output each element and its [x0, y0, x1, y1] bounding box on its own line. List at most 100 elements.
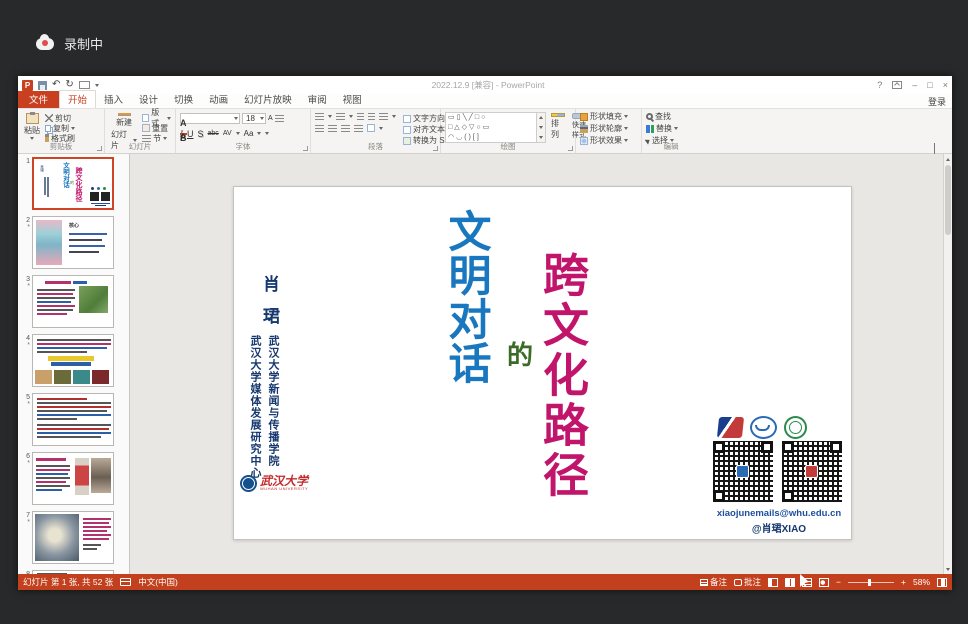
zoom-level[interactable]: 58% — [913, 577, 930, 587]
slide-thumbnail-7[interactable] — [32, 511, 114, 564]
normal-view-button[interactable] — [768, 578, 778, 587]
slide-number: 3 — [26, 276, 30, 283]
zoom-slider[interactable] — [848, 582, 894, 583]
zoom-in-button[interactable]: + — [901, 577, 906, 587]
paste-dropdown-icon[interactable] — [30, 137, 34, 140]
shape-effects-button[interactable]: 形状效果 — [580, 135, 637, 146]
shapes-row[interactable]: □△◇▽○▭ — [448, 123, 534, 133]
find-button[interactable]: 查找 — [646, 111, 696, 122]
zoom-out-button[interactable]: − — [836, 577, 841, 587]
new-slide-button[interactable]: 新建 幻灯片 — [109, 112, 139, 141]
slide-sorter-view-button[interactable] — [785, 578, 795, 587]
font-size-combobox[interactable]: 18 — [242, 113, 266, 124]
tab-review[interactable]: 审阅 — [300, 91, 335, 108]
slide-canvas-area[interactable]: 文明对话 的 跨文化路径 肖珺 武汉大学新闻与传播学院 武汉大学媒体发展研究中心… — [130, 154, 952, 574]
bullets-icon[interactable] — [315, 113, 324, 120]
grow-font-button[interactable]: A — [180, 118, 187, 120]
underline-button[interactable]: U — [187, 129, 194, 139]
close-button[interactable]: × — [943, 80, 948, 90]
shape-outline-button[interactable]: 形状轮廓 — [580, 123, 637, 134]
tab-file[interactable]: 文件 — [18, 91, 59, 108]
copy-button[interactable]: 复制 — [45, 123, 75, 133]
decrease-indent-icon[interactable] — [357, 113, 364, 120]
shapes-row[interactable]: ▭▯╲╱□○ — [448, 113, 534, 123]
tab-transitions[interactable]: 切换 — [166, 91, 201, 108]
scroll-down-icon[interactable] — [944, 564, 952, 574]
line-spacing-icon[interactable] — [379, 113, 388, 120]
thumbnail-row: 2* 核心 — [18, 216, 129, 269]
align-right-icon[interactable] — [341, 125, 350, 132]
recording-cloud-icon — [36, 38, 54, 50]
slide-affiliations[interactable]: 武汉大学新闻与传播学院 武汉大学媒体发展研究中心 — [246, 335, 282, 495]
strikethrough-button[interactable]: abc — [208, 130, 219, 137]
align-center-icon[interactable] — [328, 125, 337, 132]
slide-thumbnail-panel[interactable]: 1 肖珺 文明对话 的 跨文化路径 2* — [18, 154, 130, 574]
minimize-button[interactable]: – — [912, 80, 917, 90]
vertical-scrollbar[interactable] — [943, 154, 952, 574]
keyboard-language-icon[interactable] — [120, 578, 131, 586]
slide-editor[interactable]: 文明对话 的 跨文化路径 肖珺 武汉大学新闻与传播学院 武汉大学媒体发展研究中心… — [233, 186, 852, 540]
font-name-combobox[interactable] — [180, 113, 240, 124]
reset-button[interactable]: 重置 — [142, 123, 171, 133]
align-left-icon[interactable] — [315, 125, 324, 132]
dialog-launcher-icon[interactable] — [97, 146, 102, 151]
slide-title-magenta[interactable]: 跨文化路径 — [540, 251, 586, 501]
numbering-icon[interactable] — [336, 113, 345, 120]
slideshow-view-button[interactable] — [819, 578, 829, 587]
scrollbar-thumb[interactable] — [945, 165, 951, 235]
shapes-gallery-scroll[interactable] — [537, 112, 546, 143]
slide-thumbnail-5[interactable] — [32, 393, 114, 446]
layout-button[interactable]: 版式 — [142, 113, 171, 123]
undo-icon[interactable]: ↶ — [52, 80, 60, 90]
collapse-ribbon-icon[interactable] — [934, 144, 942, 149]
tab-design[interactable]: 设计 — [131, 91, 166, 108]
scroll-up-icon[interactable] — [944, 154, 952, 164]
slide-thumbnail-4[interactable] — [32, 334, 114, 387]
paste-button[interactable]: 粘贴 — [22, 112, 42, 141]
change-case-button[interactable]: Aa — [244, 129, 254, 138]
notes-toggle[interactable]: 备注 — [700, 576, 727, 588]
slide-thumbnail-6[interactable] — [32, 452, 114, 505]
arrange-button[interactable]: 排列 — [549, 112, 567, 141]
redo-icon[interactable]: ↻ — [65, 80, 73, 90]
tab-slideshow[interactable]: 幻灯片放映 — [236, 91, 300, 108]
sign-in-link[interactable]: 登录 — [928, 95, 946, 108]
slide-thumbnail-1[interactable]: 肖珺 文明对话 的 跨文化路径 — [32, 157, 114, 210]
comments-toggle[interactable]: 批注 — [734, 576, 761, 588]
window-title: 2022.12.9 [兼容] - PowerPoint — [99, 79, 877, 91]
shape-fill-button[interactable]: 形状填充 — [580, 111, 637, 122]
slide-thumbnail-2[interactable]: 核心 — [32, 216, 114, 269]
ribbon-display-options-icon[interactable] — [892, 81, 902, 89]
dialog-launcher-icon[interactable] — [433, 146, 438, 151]
shape-fill-icon — [580, 113, 588, 121]
text-shadow-button[interactable]: S — [198, 129, 204, 139]
clear-formatting-icon[interactable] — [275, 115, 284, 122]
slide-thumbnail-3[interactable] — [32, 275, 114, 328]
save-icon[interactable] — [38, 81, 47, 90]
tab-view[interactable]: 视图 — [335, 91, 370, 108]
justify-icon[interactable] — [354, 125, 363, 132]
increase-indent-icon[interactable] — [368, 113, 375, 120]
shapes-gallery[interactable]: ▭▯╲╱□○ □△◇▽○▭ ◠◡()[] — [445, 112, 537, 143]
replace-button[interactable]: 替换 — [646, 123, 696, 134]
slide-title-blue[interactable]: 文明对话 — [444, 209, 487, 385]
font-color-button[interactable]: A — [180, 133, 187, 135]
slide-connector[interactable]: 的 — [507, 335, 533, 372]
slide-author[interactable]: 肖珺 — [261, 275, 278, 339]
shrink-font-button[interactable]: A — [268, 115, 273, 122]
tab-insert[interactable]: 插入 — [96, 91, 131, 108]
help-button[interactable]: ? — [877, 80, 882, 90]
start-slideshow-icon[interactable] — [79, 81, 90, 89]
dialog-launcher-icon[interactable] — [303, 146, 308, 151]
dialog-launcher-icon[interactable] — [568, 146, 573, 151]
fit-to-window-icon[interactable] — [937, 578, 947, 587]
tab-animations[interactable]: 动画 — [201, 91, 236, 108]
tab-home[interactable]: 开始 — [59, 90, 96, 108]
columns-icon[interactable] — [367, 124, 375, 132]
status-bar: 幻灯片 第 1 张, 共 52 张 中文(中国) 备注 批注 − + 58% — [18, 574, 952, 590]
zoom-slider-thumb[interactable] — [868, 579, 871, 586]
maximize-button[interactable]: □ — [927, 80, 932, 90]
cut-button[interactable]: 剪切 — [45, 113, 75, 123]
language-indicator[interactable]: 中文(中国) — [138, 576, 178, 588]
character-spacing-button[interactable]: AV — [223, 130, 232, 137]
